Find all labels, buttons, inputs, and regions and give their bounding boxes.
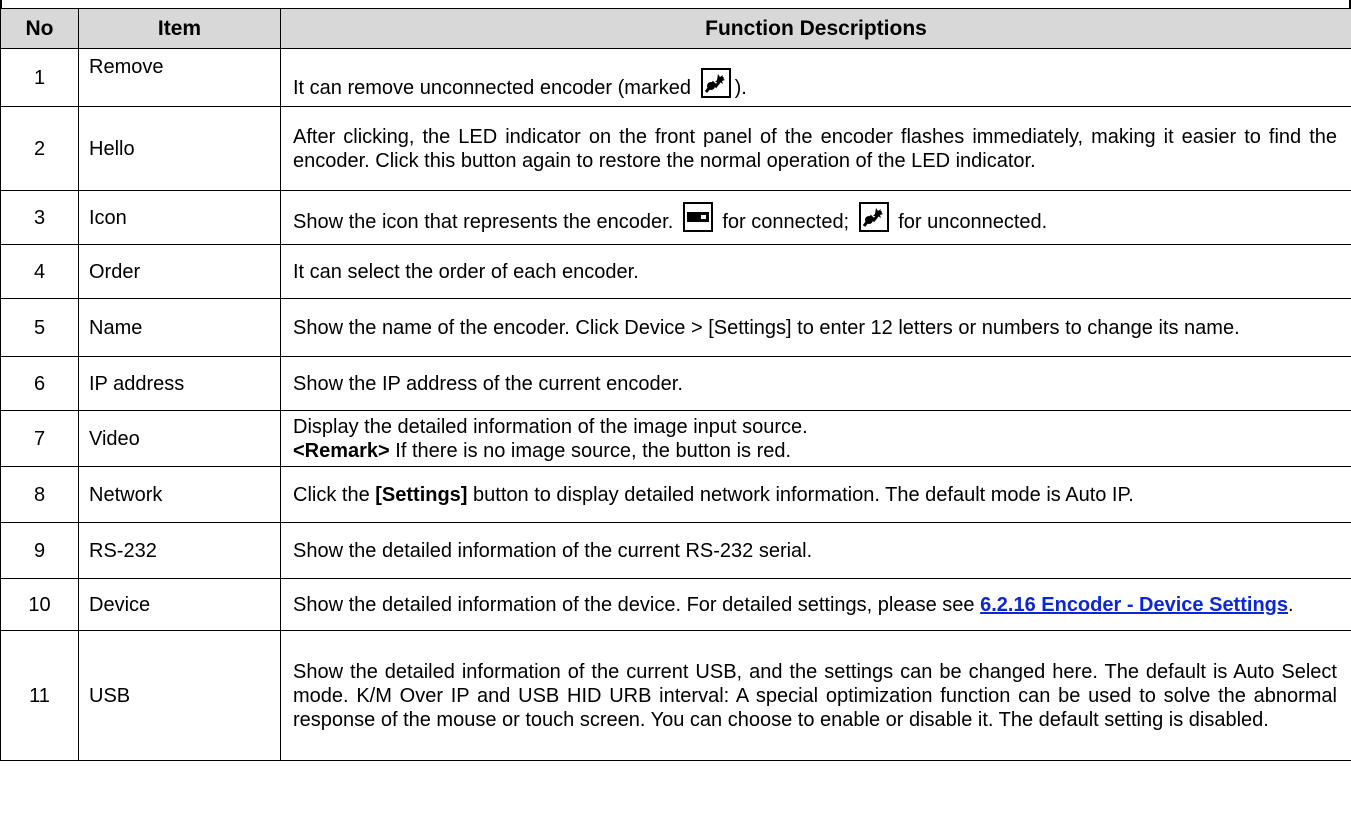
- row-item: Hello: [78, 106, 281, 191]
- table-row: 7 Video Display the detailed information…: [0, 410, 1351, 467]
- header-function-descriptions: Function Descriptions: [280, 8, 1351, 49]
- desc-text: It can remove unconnected encoder (marke…: [293, 77, 697, 99]
- row-description: Show the IP address of the current encod…: [280, 356, 1351, 411]
- row-description: Show the detailed information of the cur…: [280, 522, 1351, 579]
- row-description: It can remove unconnected encoder (marke…: [280, 48, 1351, 107]
- desc-text: button to display detailed network infor…: [467, 483, 1134, 506]
- row-item: Video: [78, 410, 281, 467]
- row-item: Device: [78, 578, 281, 631]
- header-no: No: [0, 8, 79, 49]
- row-number: 5: [0, 298, 79, 357]
- row-description: Show the detailed information of the dev…: [280, 578, 1351, 631]
- row-item: Network: [78, 466, 281, 523]
- table-row: 8 Network Click the [Settings] button to…: [0, 466, 1351, 523]
- connected-encoder-icon: [682, 201, 713, 232]
- table-row: 11 USB Show the detailed information of …: [0, 630, 1351, 761]
- row-number: 9: [0, 522, 79, 579]
- row-number: 11: [0, 630, 79, 761]
- table-row: 3 Icon Show the icon that represents the…: [0, 190, 1351, 245]
- remark-text: If there is no image source, the button …: [389, 439, 792, 462]
- remark-label: <Remark>: [293, 439, 390, 462]
- row-number: 10: [0, 578, 79, 631]
- desc-text: Show the detailed information of the dev…: [293, 593, 981, 616]
- row-description: Display the detailed information of the …: [280, 410, 1351, 467]
- row-item: Name: [78, 298, 281, 357]
- function-table: No Item Function Descriptions 1 Remove I…: [0, 8, 1351, 761]
- table-row: 5 Name Show the name of the encoder. Cli…: [0, 298, 1351, 357]
- row-item: Order: [78, 244, 281, 299]
- desc-text: Display the detailed information of the …: [293, 415, 808, 438]
- table-row: 1 Remove It can remove unconnected encod…: [0, 48, 1351, 107]
- unconnected-encoder-icon: [858, 201, 889, 232]
- desc-text: Click the: [293, 483, 376, 506]
- desc-text: .: [1288, 593, 1294, 616]
- row-number: 3: [0, 190, 79, 245]
- table-row: 2 Hello After clicking, the LED indicato…: [0, 106, 1351, 191]
- row-item: IP address: [78, 356, 281, 411]
- remark-line: <Remark> If there is no image source, th…: [293, 439, 1337, 463]
- desc-text: for connected;: [716, 210, 855, 233]
- desc-text: Show the icon that represents the encode…: [293, 210, 679, 233]
- table-row: 10 Device Show the detailed information …: [0, 578, 1351, 631]
- row-item: Remove: [78, 48, 281, 107]
- table-top-border: [0, 0, 1351, 8]
- table-row: 6 IP address Show the IP address of the …: [0, 356, 1351, 411]
- row-item: RS-232: [78, 522, 281, 579]
- row-description: Show the icon that represents the encode…: [280, 190, 1351, 245]
- header-item: Item: [78, 8, 281, 49]
- row-number: 6: [0, 356, 79, 411]
- row-description: Click the [Settings] button to display d…: [280, 466, 1351, 523]
- row-item: USB: [78, 630, 281, 761]
- row-description: It can select the order of each encoder.: [280, 244, 1351, 299]
- header-row: No Item Function Descriptions: [0, 8, 1351, 49]
- row-description: Show the name of the encoder. Click Devi…: [280, 298, 1351, 357]
- unconnected-encoder-icon: [700, 68, 731, 98]
- desc-text: ).: [734, 77, 747, 99]
- table-row: 4 Order It can select the order of each …: [0, 244, 1351, 299]
- row-number: 2: [0, 106, 79, 191]
- settings-bold: [Settings]: [375, 483, 468, 506]
- desc-text: for unconnected.: [892, 210, 1048, 233]
- row-description: Show the detailed information of the cur…: [280, 630, 1351, 761]
- row-item: Icon: [78, 190, 281, 245]
- row-number: 7: [0, 410, 79, 467]
- row-number: 4: [0, 244, 79, 299]
- row-description: After clicking, the LED indicator on the…: [280, 106, 1351, 191]
- row-number: 1: [0, 48, 79, 107]
- row-number: 8: [0, 466, 79, 523]
- device-settings-link[interactable]: 6.2.16 Encoder - Device Settings: [980, 594, 1288, 616]
- table-row: 9 RS-232 Show the detailed information o…: [0, 522, 1351, 579]
